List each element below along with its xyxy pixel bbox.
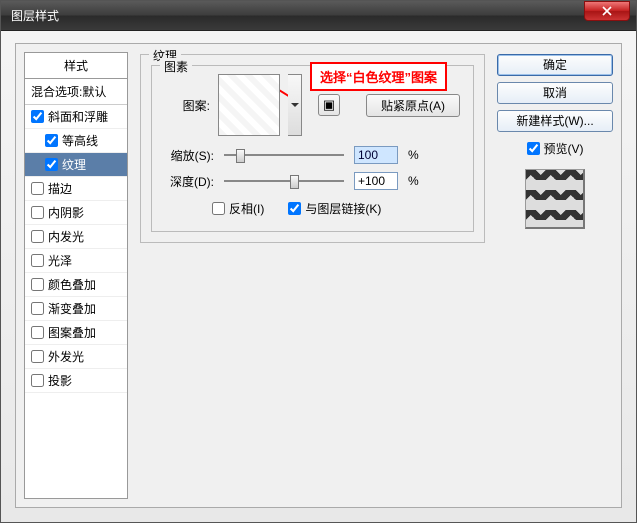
scale-row: 缩放(S): %: [162, 146, 463, 164]
scale-input[interactable]: [354, 146, 398, 164]
style-checkbox[interactable]: [45, 158, 58, 171]
pattern-label: 图案:: [162, 97, 210, 114]
style-checkbox[interactable]: [31, 254, 44, 267]
depth-slider[interactable]: [224, 180, 344, 182]
style-row[interactable]: 图案叠加: [25, 321, 127, 345]
style-row[interactable]: 内阴影: [25, 201, 127, 225]
style-checkbox[interactable]: [31, 110, 44, 123]
style-row[interactable]: 内发光: [25, 225, 127, 249]
main-panel: 纹理 图素 选择“白色纹理”图案 图案: ▣ 贴紧原点(A) 缩放(S):: [136, 52, 489, 499]
style-row[interactable]: 投影: [25, 369, 127, 393]
cancel-button[interactable]: 取消: [497, 82, 613, 104]
style-checkbox[interactable]: [31, 182, 44, 195]
invert-checkbox-wrap[interactable]: 反相(I): [212, 200, 264, 217]
style-row[interactable]: 等高线: [25, 129, 127, 153]
preview-checkbox-wrap[interactable]: 预览(V): [497, 140, 613, 157]
style-row[interactable]: 斜面和浮雕: [25, 105, 127, 129]
depth-thumb[interactable]: [290, 175, 299, 189]
ok-button[interactable]: 确定: [497, 54, 613, 76]
pattern-row: 图案: ▣ 贴紧原点(A): [162, 74, 463, 136]
invert-label: 反相(I): [229, 200, 264, 217]
depth-row: 深度(D): %: [162, 172, 463, 190]
styles-list-panel: 样式 混合选项:默认 斜面和浮雕等高线纹理描边内阴影内发光光泽颜色叠加渐变叠加图…: [24, 52, 128, 499]
style-row[interactable]: 外发光: [25, 345, 127, 369]
depth-unit: %: [408, 174, 419, 188]
create-pattern-button[interactable]: ▣: [318, 94, 340, 116]
preview-swatch: [525, 169, 585, 229]
close-icon: [602, 6, 612, 16]
new-style-button[interactable]: 新建样式(W)...: [497, 110, 613, 132]
titlebar[interactable]: 图层样式: [1, 1, 636, 31]
scale-unit: %: [408, 148, 419, 162]
style-label: 光泽: [48, 252, 72, 269]
style-checkbox[interactable]: [31, 302, 44, 315]
style-label: 投影: [48, 372, 72, 389]
style-label: 内发光: [48, 228, 84, 245]
style-checkbox[interactable]: [31, 230, 44, 243]
style-checkbox[interactable]: [31, 374, 44, 387]
style-label: 纹理: [62, 156, 86, 173]
blend-options-row[interactable]: 混合选项:默认: [25, 79, 127, 105]
style-checkbox[interactable]: [31, 350, 44, 363]
style-checkbox[interactable]: [45, 134, 58, 147]
depth-input[interactable]: [354, 172, 398, 190]
style-checkbox[interactable]: [31, 206, 44, 219]
style-row[interactable]: 纹理: [25, 153, 127, 177]
scale-label: 缩放(S):: [162, 147, 214, 164]
element-group: 图素 选择“白色纹理”图案 图案: ▣ 贴紧原点(A) 缩放(S):: [151, 65, 474, 232]
invert-checkbox[interactable]: [212, 202, 225, 215]
style-label: 图案叠加: [48, 324, 96, 341]
snap-origin-button[interactable]: 贴紧原点(A): [366, 94, 460, 117]
style-checkbox[interactable]: [31, 326, 44, 339]
preview-label: 预览(V): [544, 140, 584, 157]
pattern-swatch[interactable]: [218, 74, 280, 136]
style-label: 渐变叠加: [48, 300, 96, 317]
style-label: 颜色叠加: [48, 276, 96, 293]
scale-slider[interactable]: [224, 154, 344, 156]
layer-style-dialog: 图层样式 样式 混合选项:默认 斜面和浮雕等高线纹理描边内阴影内发光光泽颜色叠加…: [0, 0, 637, 523]
dialog-body: 样式 混合选项:默认 斜面和浮雕等高线纹理描边内阴影内发光光泽颜色叠加渐变叠加图…: [15, 43, 622, 508]
window-title: 图层样式: [11, 7, 584, 24]
checkbox-row: 反相(I) 与图层链接(K): [212, 200, 463, 217]
scale-thumb[interactable]: [236, 149, 245, 163]
style-row[interactable]: 渐变叠加: [25, 297, 127, 321]
style-row[interactable]: 描边: [25, 177, 127, 201]
right-panel: 确定 取消 新建样式(W)... 预览(V): [497, 52, 613, 499]
style-row[interactable]: 光泽: [25, 249, 127, 273]
style-label: 外发光: [48, 348, 84, 365]
close-button[interactable]: [584, 1, 630, 21]
style-label: 等高线: [62, 132, 98, 149]
link-checkbox[interactable]: [288, 202, 301, 215]
style-row[interactable]: 颜色叠加: [25, 273, 127, 297]
style-checkbox[interactable]: [31, 278, 44, 291]
element-legend: 图素: [160, 58, 192, 75]
link-checkbox-wrap[interactable]: 与图层链接(K): [288, 200, 381, 217]
link-label: 与图层链接(K): [305, 200, 381, 217]
texture-section: 纹理 图素 选择“白色纹理”图案 图案: ▣ 贴紧原点(A) 缩放(S):: [140, 54, 485, 243]
styles-header: 样式: [25, 53, 127, 79]
style-label: 内阴影: [48, 204, 84, 221]
pattern-dropdown[interactable]: [288, 74, 302, 136]
style-label: 斜面和浮雕: [48, 108, 108, 125]
style-label: 描边: [48, 180, 72, 197]
depth-label: 深度(D):: [162, 173, 214, 190]
preview-checkbox[interactable]: [527, 142, 540, 155]
